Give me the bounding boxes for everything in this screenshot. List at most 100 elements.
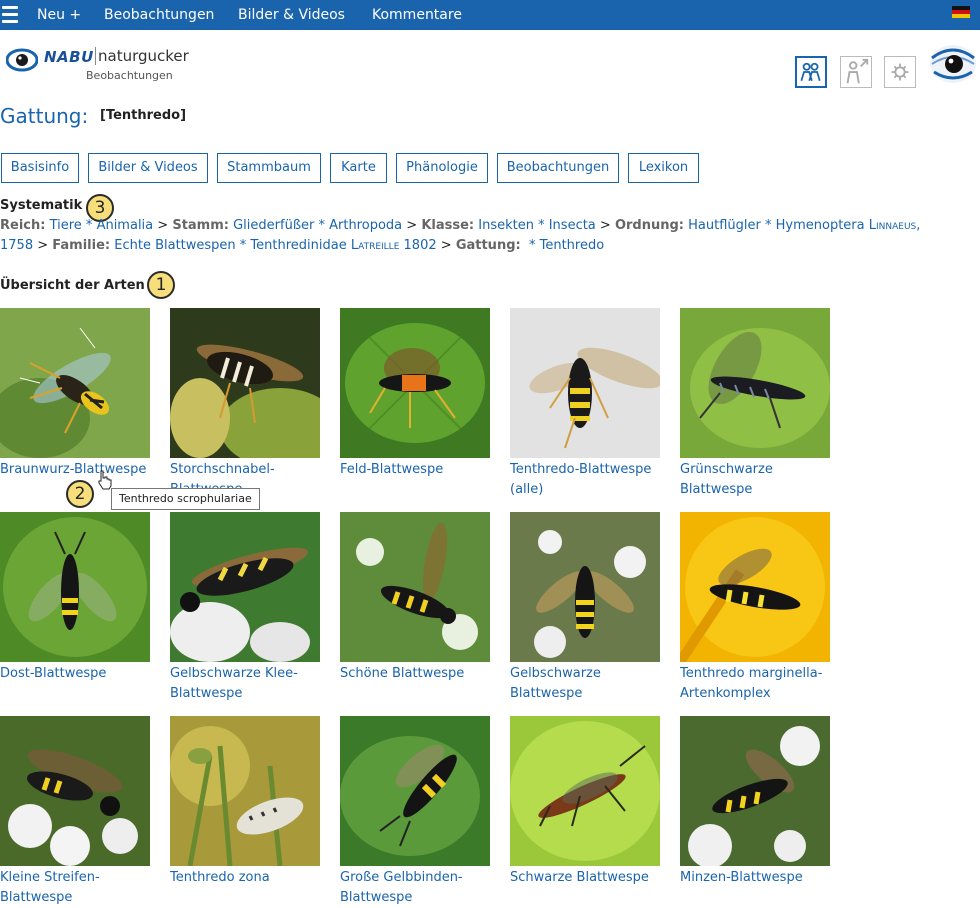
- species-name-line1: Kleine Streifen-: [0, 870, 100, 885]
- species-name-line1: Gelbschwarze: [510, 666, 601, 681]
- phylum-link[interactable]: Gliederfüßer * Arthropoda: [233, 218, 402, 233]
- species-link[interactable]: Gelbschwarze Blattwespe: [510, 664, 670, 704]
- nav-images-videos[interactable]: Bilder & Videos: [238, 7, 345, 23]
- species-photo[interactable]: [170, 716, 320, 866]
- family-key: Familie:: [52, 238, 111, 253]
- tab-lexikon[interactable]: Lexikon: [628, 153, 699, 183]
- taxo-separator: >: [157, 218, 169, 233]
- species-photo[interactable]: [510, 716, 660, 866]
- species-link[interactable]: Feld-Blattwespe: [340, 460, 500, 480]
- kingdom-link[interactable]: Tiere * Animalia: [50, 218, 154, 233]
- order-year[interactable]: 1758: [0, 238, 33, 253]
- class-link[interactable]: Insekten * Insecta: [478, 218, 596, 233]
- species-link[interactable]: Braunwurz-Blattwespe: [0, 460, 160, 480]
- naturgucker-eye-icon: [6, 48, 38, 72]
- species-link[interactable]: Tenthredo-Blattwespe (alle): [510, 460, 670, 500]
- tab-phaenologie[interactable]: Phänologie: [396, 153, 488, 183]
- species-name-line1: Minzen-Blattwespe: [680, 870, 803, 885]
- tab-karte[interactable]: Karte: [330, 153, 387, 183]
- systematik-heading: Systematik: [0, 198, 83, 213]
- nav-new[interactable]: Neu +: [37, 7, 81, 23]
- species-tooltip: Tenthredo scrophulariae: [111, 488, 260, 510]
- logo-brand: NABU: [44, 48, 94, 66]
- order-name: Hautflügler * Hymenoptera: [688, 218, 865, 233]
- species-name-line2: (alle): [510, 482, 544, 497]
- people-icon: [800, 62, 821, 82]
- kingdom-key: Reich:: [0, 218, 46, 233]
- family-year: 1802: [403, 238, 437, 253]
- species-name-line1: Braunwurz-Blattwespe: [0, 462, 147, 477]
- species-photo[interactable]: [0, 512, 150, 662]
- species-photo[interactable]: [340, 716, 490, 866]
- tab-images-videos[interactable]: Bilder & Videos: [88, 153, 208, 183]
- species-link[interactable]: Tenthredo marginella- Artenkomplex: [680, 664, 840, 704]
- species-name-line1: Gelbschwarze Klee-: [170, 666, 298, 681]
- species-photo[interactable]: [170, 308, 320, 458]
- share-person-button[interactable]: [840, 56, 872, 88]
- mouse-pointer-icon: [98, 470, 112, 490]
- species-name-line2: Blattwespe: [0, 890, 73, 905]
- species-link[interactable]: Große Gelbbinden- Blattwespe: [340, 868, 500, 908]
- species-name-line2: Blattwespe: [680, 482, 753, 497]
- taxo-separator: >: [440, 238, 452, 253]
- species-photo[interactable]: [680, 512, 830, 662]
- nav-observations[interactable]: Beobachtungen: [104, 7, 214, 23]
- page-title: Gattung:: [0, 104, 89, 128]
- species-name-line1: Schöne Blattwespe: [340, 666, 465, 681]
- species-photo[interactable]: [680, 308, 830, 458]
- genus-link[interactable]: * Tenthredo: [529, 238, 604, 253]
- species-name-line1: Storchschnabel-: [170, 462, 275, 477]
- person-share-icon: [846, 58, 869, 84]
- logo-subtitle: Beobachtungen: [86, 69, 173, 82]
- species-name-line1: Grünschwarze: [680, 462, 773, 477]
- tab-beobachtungen[interactable]: Beobachtungen: [497, 153, 619, 183]
- species-name-line1: Tenthredo marginella-: [680, 666, 823, 681]
- family-link[interactable]: Echte Blattwespen * Tenthredinidae Latre…: [114, 238, 436, 253]
- taxo-separator: >: [406, 218, 418, 233]
- species-link[interactable]: Grünschwarze Blattwespe: [680, 460, 840, 500]
- class-key: Klasse:: [421, 218, 475, 233]
- species-name-line2: Blattwespe: [510, 686, 583, 701]
- species-photo[interactable]: [0, 308, 150, 458]
- tab-stammbaum[interactable]: Stammbaum: [217, 153, 321, 183]
- species-name-line2: Blattwespe: [170, 686, 243, 701]
- order-author: Linnaeus: [868, 218, 917, 233]
- species-name-line1: Tenthredo-Blattwespe: [510, 462, 652, 477]
- nav-comments[interactable]: Kommentare: [372, 7, 462, 23]
- species-name-line2: Artenkomplex: [680, 686, 771, 701]
- settings-button[interactable]: [884, 56, 916, 88]
- species-name-line1: Tenthredo zona: [170, 870, 270, 885]
- species-link[interactable]: Tenthredo zona: [170, 868, 330, 888]
- order-link[interactable]: Hautflügler * Hymenoptera Linnaeus,: [688, 218, 920, 233]
- species-photo[interactable]: [170, 512, 320, 662]
- top-navigation-bar: Neu + Beobachtungen Bilder & Videos Komm…: [0, 0, 980, 30]
- menu-icon[interactable]: [2, 6, 18, 24]
- species-photo[interactable]: [680, 716, 830, 866]
- species-overview-heading: Übersicht der Arten: [0, 278, 145, 293]
- order-key: Ordnung:: [614, 218, 685, 233]
- species-photo[interactable]: [510, 308, 660, 458]
- family-author: Latreille: [350, 238, 400, 253]
- species-link[interactable]: Dost-Blattwespe: [0, 664, 160, 684]
- species-link[interactable]: Minzen-Blattwespe: [680, 868, 840, 888]
- naturgucker-brand-icon[interactable]: [928, 40, 978, 90]
- species-name-line1: Feld-Blattwespe: [340, 462, 444, 477]
- taxo-separator: >: [599, 218, 611, 233]
- site-logo[interactable]: NABU naturgucker Beobachtungen: [6, 42, 189, 84]
- species-link[interactable]: Schwarze Blattwespe: [510, 868, 670, 888]
- people-button[interactable]: [795, 56, 827, 88]
- species-link[interactable]: Gelbschwarze Klee- Blattwespe: [170, 664, 330, 704]
- species-link[interactable]: Kleine Streifen- Blattwespe: [0, 868, 160, 908]
- species-photo[interactable]: [340, 308, 490, 458]
- species-photo[interactable]: [510, 512, 660, 662]
- genus-name: [Tenthredo]: [100, 108, 187, 123]
- tab-basisinfo[interactable]: Basisinfo: [1, 153, 79, 183]
- species-photo[interactable]: [0, 716, 150, 866]
- species-link[interactable]: Schöne Blattwespe: [340, 664, 500, 684]
- taxo-separator: >: [37, 238, 49, 253]
- genus-key: Gattung:: [455, 238, 521, 253]
- family-name: Echte Blattwespen * Tenthredinidae: [114, 238, 347, 253]
- german-flag-icon[interactable]: [952, 6, 970, 18]
- species-name-line1: Schwarze Blattwespe: [510, 870, 649, 885]
- species-photo[interactable]: [340, 512, 490, 662]
